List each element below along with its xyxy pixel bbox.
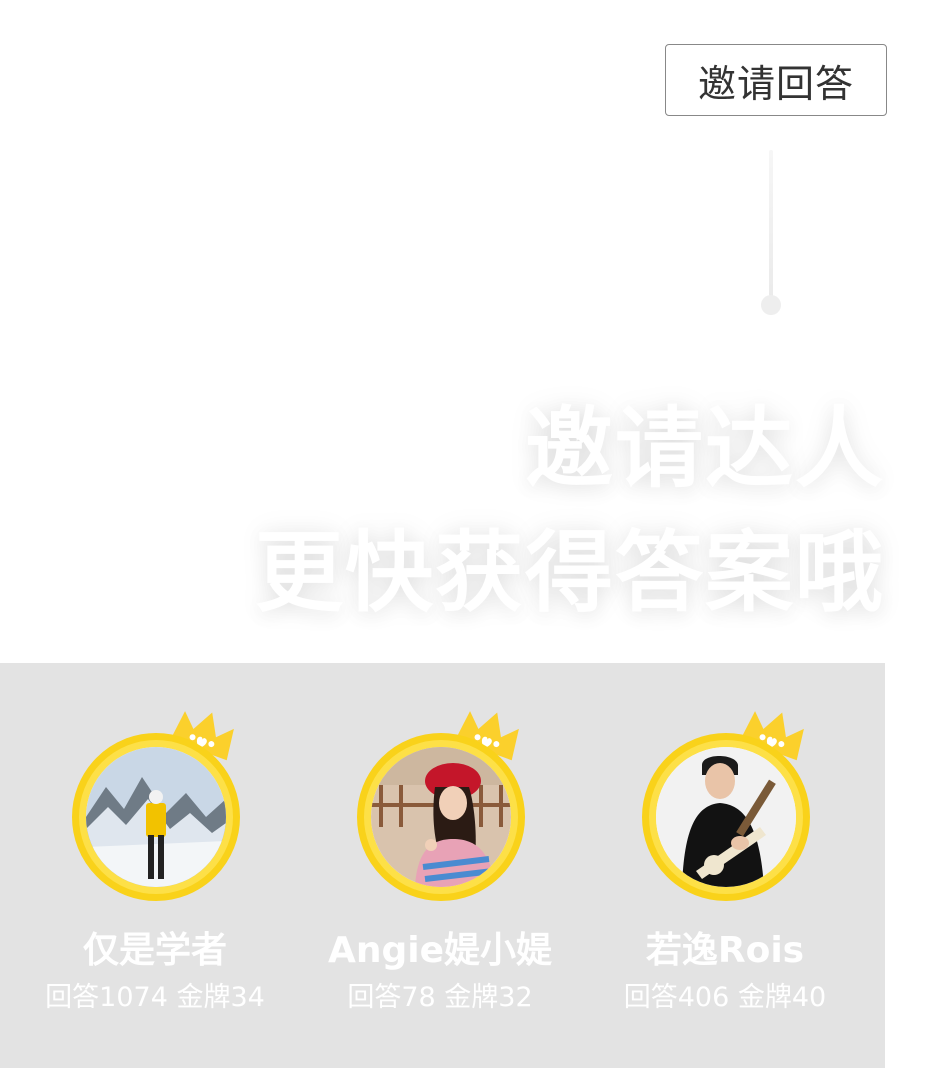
headline-faster-answers: 更快获得答案哦 bbox=[254, 521, 885, 624]
hint-line bbox=[769, 150, 773, 302]
headline-invite-experts: 邀请达人 bbox=[524, 397, 885, 500]
expert-stats: 回答1074 金牌34 bbox=[45, 982, 265, 1013]
experts-panel: 仅是学者 回答1074 金牌34 Angie媞小媞 回答78 金牌32 若逸Ro… bbox=[0, 663, 885, 1068]
expert-card[interactable]: 仅是学者 回答1074 金牌34 bbox=[10, 663, 300, 1068]
avatar[interactable] bbox=[371, 747, 511, 887]
invite-answer-button[interactable]: 邀请回答 bbox=[665, 44, 887, 116]
expert-card[interactable]: Angie媞小媞 回答78 金牌32 bbox=[295, 663, 585, 1068]
hint-dot bbox=[761, 295, 781, 315]
expert-name: Angie媞小媞 bbox=[327, 930, 553, 971]
avatar[interactable] bbox=[656, 747, 796, 887]
avatar-ring bbox=[642, 733, 810, 901]
expert-name: 若逸Rois bbox=[645, 930, 805, 971]
avatar-ring bbox=[72, 733, 240, 901]
expert-name: 仅是学者 bbox=[82, 930, 227, 971]
expert-card[interactable]: 若逸Rois 回答406 金牌40 bbox=[580, 663, 870, 1068]
expert-stats: 回答406 金牌40 bbox=[623, 982, 827, 1013]
avatar-ring bbox=[357, 733, 525, 901]
expert-stats: 回答78 金牌32 bbox=[347, 982, 533, 1013]
avatar[interactable] bbox=[86, 747, 226, 887]
